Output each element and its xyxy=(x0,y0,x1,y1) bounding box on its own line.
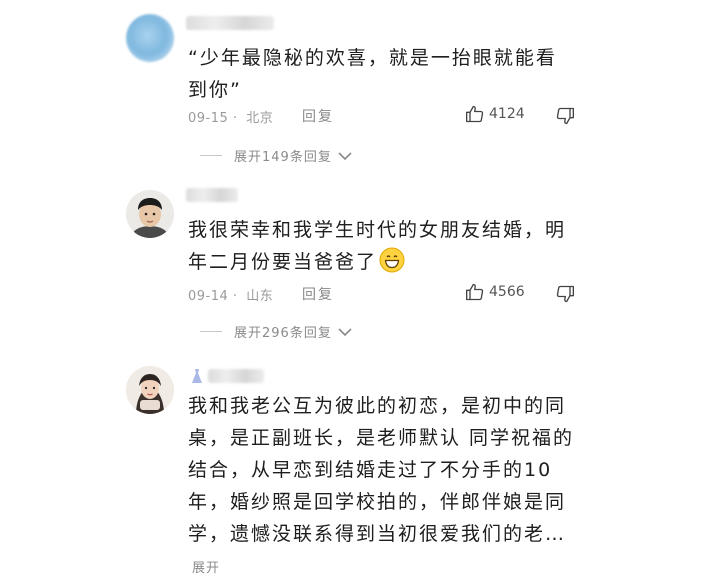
thumbs-down-icon[interactable] xyxy=(555,106,575,126)
comment-text-body: 我和我老公互为彼此的初恋，是初中的同桌，是正副班长，是老师默认 同学祝福的结合，… xyxy=(188,395,575,545)
thumbs-up-icon xyxy=(466,105,484,123)
like-button[interactable]: 4124 xyxy=(465,104,525,124)
grinning-face-icon xyxy=(379,247,405,273)
comment-date: 09-15 xyxy=(188,111,229,126)
thumbs-down-icon[interactable] xyxy=(555,284,575,304)
expand-replies[interactable]: 展开296条回复 xyxy=(200,322,352,341)
expand-replies[interactable]: 展开149条回复 xyxy=(200,146,352,165)
dress-icon xyxy=(192,369,202,383)
like-count: 4566 xyxy=(489,284,525,300)
avatar-image xyxy=(126,366,174,414)
reply-button[interactable]: 回复 xyxy=(302,284,334,304)
chevron-down-icon xyxy=(338,327,352,336)
comment-text-body: 我很荣幸和我学生时代的女朋友结婚，明年二月份要当爸爸了 xyxy=(188,219,567,273)
divider-line xyxy=(200,331,222,332)
avatar[interactable] xyxy=(126,14,174,62)
comment-item: 我很荣幸和我学生时代的女朋友结婚，明年二月份要当爸爸了 09-14 · 山东 回… xyxy=(0,180,720,360)
avatar[interactable] xyxy=(126,190,174,238)
comment-text: 我很荣幸和我学生时代的女朋友结婚，明年二月份要当爸爸了 xyxy=(188,214,568,278)
like-button[interactable]: 4566 xyxy=(465,282,525,302)
avatar[interactable] xyxy=(126,366,174,414)
divider-line xyxy=(200,155,222,156)
comment-location: 山东 xyxy=(246,289,274,304)
comment-location: 北京 xyxy=(246,111,274,126)
username[interactable] xyxy=(208,369,264,383)
username[interactable] xyxy=(186,188,238,202)
comment-text: 我和我老公互为彼此的初恋，是初中的同桌，是正副班长，是老师默认 同学祝福的结合，… xyxy=(188,390,578,585)
chevron-down-icon xyxy=(338,151,352,160)
comment-date: 09-14 xyxy=(188,289,229,304)
reply-button[interactable]: 回复 xyxy=(302,106,334,126)
expand-label: 展开149条回复 xyxy=(234,150,332,165)
like-count: 4124 xyxy=(489,106,525,122)
expand-text-button[interactable]: 展开 xyxy=(192,561,220,576)
expand-label: 展开296条回复 xyxy=(234,326,332,341)
thumbs-up-icon xyxy=(466,283,484,301)
comment-text: “少年最隐秘的欢喜，就是一抬眼就能看到你” xyxy=(188,47,557,101)
comment-meta: 09-15 · 北京 xyxy=(188,111,274,126)
comment-item: 我和我老公互为彼此的初恋，是初中的同桌，是正副班长，是老师默认 同学祝福的结合，… xyxy=(0,360,720,576)
avatar-image xyxy=(126,190,174,238)
comment-meta: 09-14 · 山东 xyxy=(188,289,274,304)
comment-item: “少年最隐秘的欢喜，就是一抬眼就能看到你” 09-15 · 北京 回复 4124… xyxy=(0,0,720,180)
username[interactable] xyxy=(186,16,274,30)
